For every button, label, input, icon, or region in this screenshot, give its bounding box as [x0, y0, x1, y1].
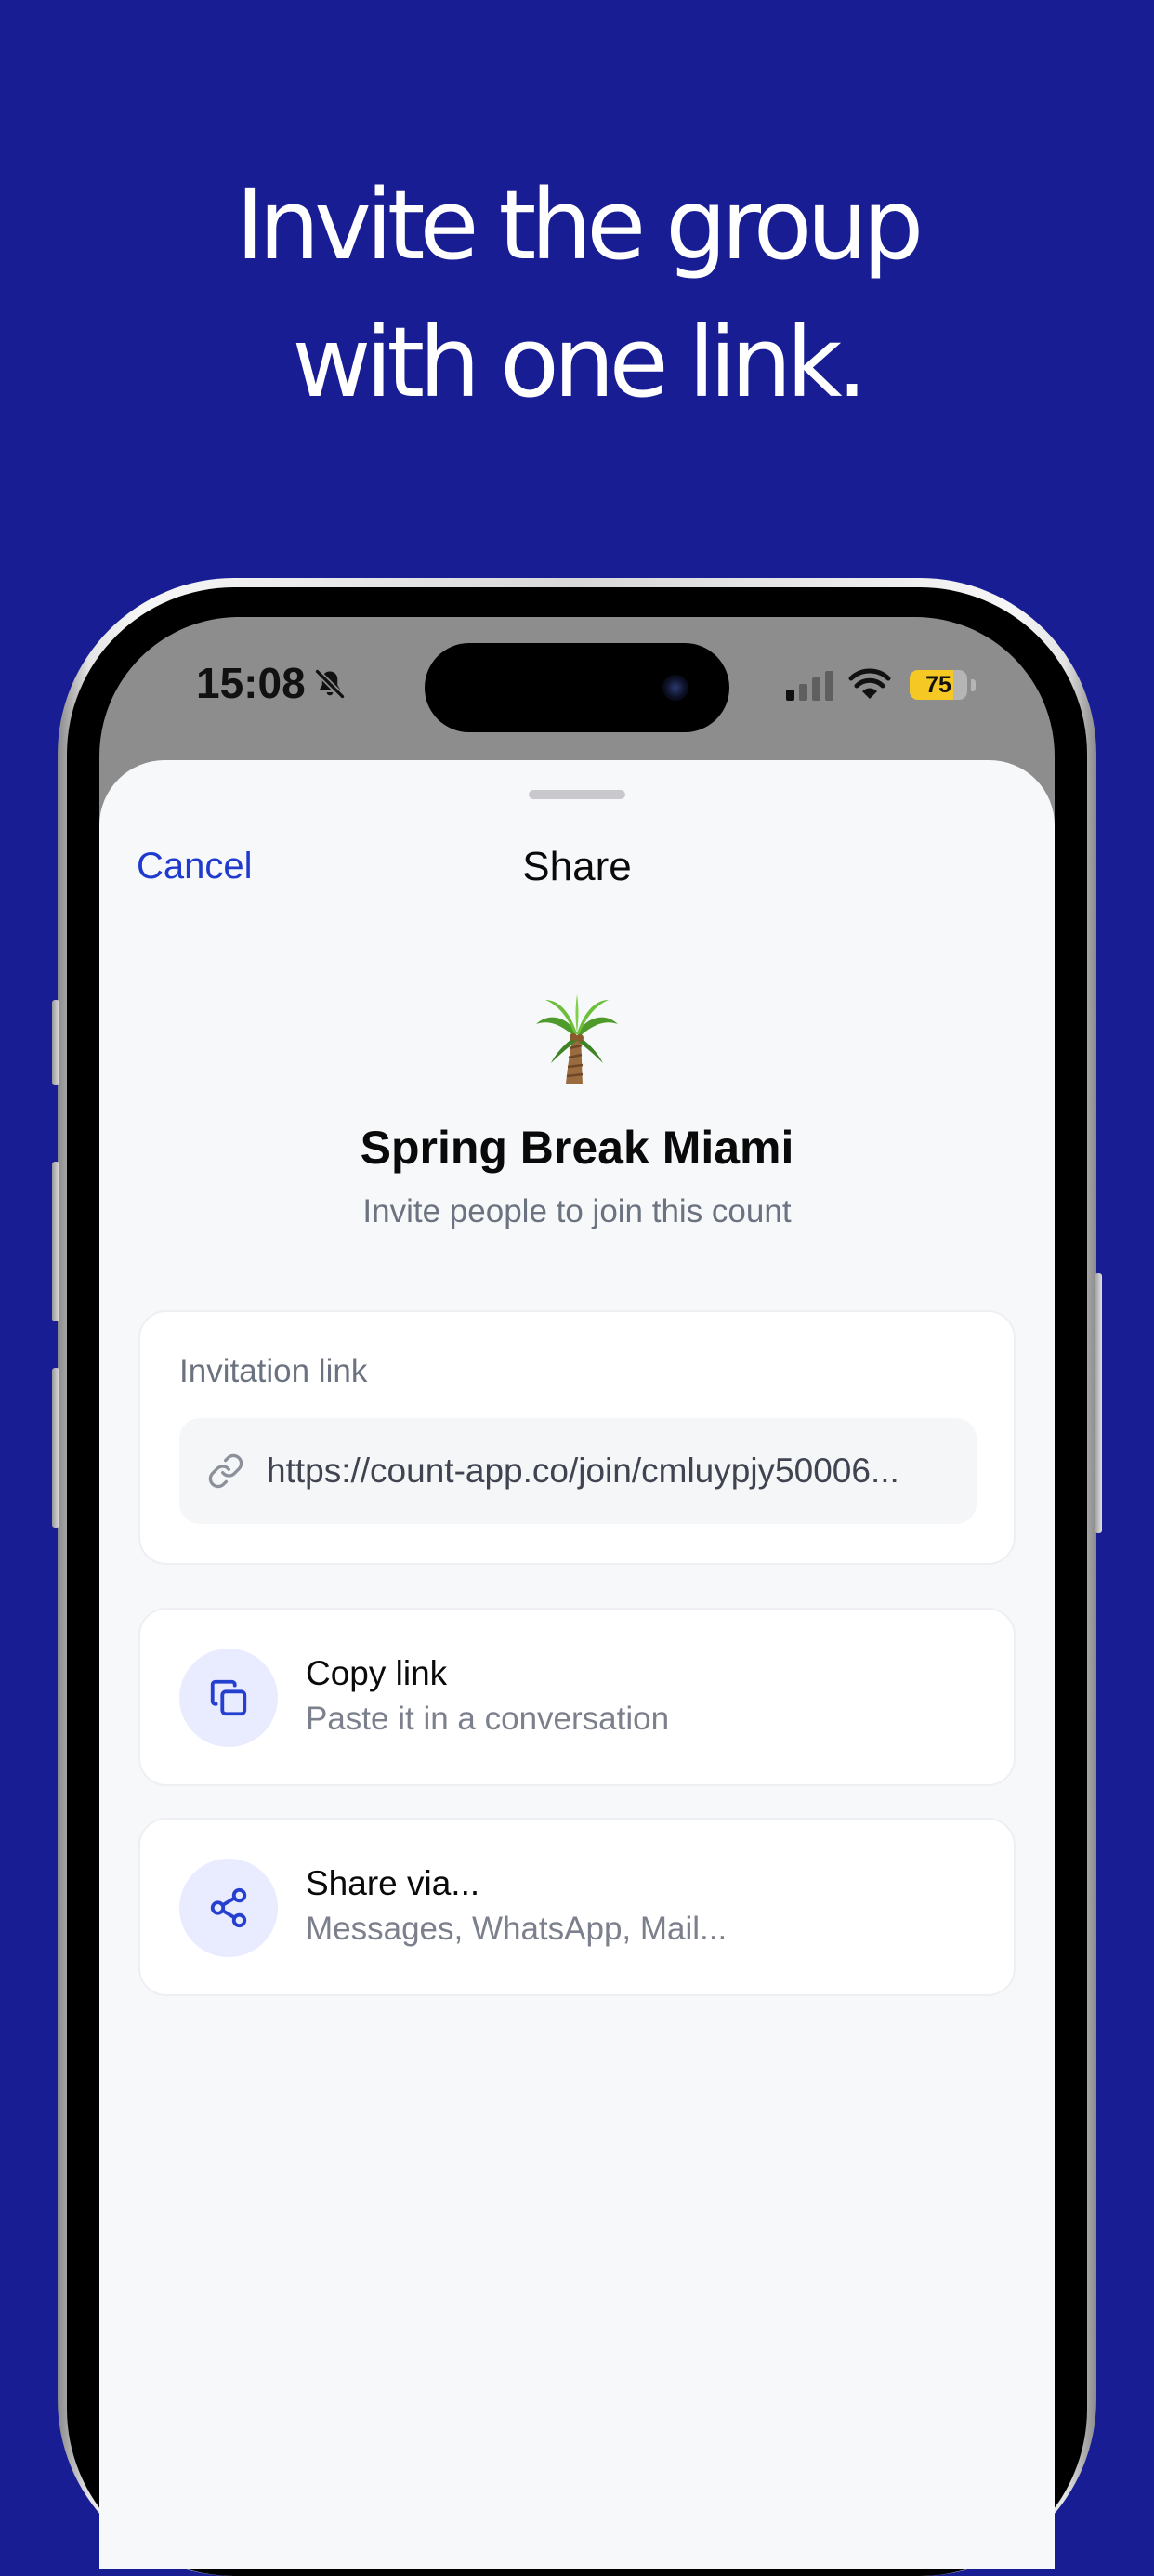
share-via-title: Share via...: [306, 1864, 480, 1902]
invitation-link-text: https://count-app.co/join/cmluypjy50006.…: [267, 1452, 899, 1490]
sheet-title: Share: [522, 844, 632, 889]
volume-up-button: [52, 1162, 59, 1321]
link-icon: [208, 1453, 243, 1489]
copy-link-subtitle: Paste it in a conversation: [306, 1701, 670, 1737]
palm-tree-icon: [536, 994, 618, 1084]
group-name: Spring Break Miami: [360, 1122, 794, 1174]
battery-icon: 75: [910, 670, 967, 700]
copy-link-button[interactable]: Copy link Paste it in a conversation: [138, 1608, 1016, 1786]
headline-line-1: Invite the group: [235, 168, 925, 282]
battery-tip: [971, 679, 976, 691]
share-sheet: Cancel Share Spring Break Miami Invite p…: [99, 760, 1055, 2569]
headline-line-2: with one link.: [292, 306, 867, 419]
share-via-button[interactable]: Share via... Messages, WhatsApp, Mail...: [138, 1818, 1016, 1996]
battery-percent: 75: [925, 672, 951, 698]
status-time: 15:08: [196, 659, 306, 707]
invitation-card: Invitation link https://count-app.co/joi…: [138, 1310, 1016, 1565]
copy-link-title: Copy link: [306, 1654, 448, 1692]
volume-down-button: [52, 1368, 59, 1528]
action-button: [52, 1000, 59, 1085]
cellular-signal-icon: [786, 671, 833, 701]
sheet-grabber[interactable]: [529, 790, 625, 799]
invitation-link-field[interactable]: https://count-app.co/join/cmluypjy50006.…: [179, 1418, 977, 1524]
share-icon-circle: [179, 1859, 278, 1957]
copy-icon: [210, 1679, 247, 1716]
wifi-icon: [848, 668, 891, 699]
copy-icon-circle: [179, 1649, 278, 1747]
share-icon: [210, 1887, 247, 1928]
invitation-label: Invitation link: [179, 1353, 368, 1389]
power-button: [1095, 1273, 1102, 1533]
share-via-subtitle: Messages, WhatsApp, Mail...: [306, 1911, 728, 1947]
group-subtitle: Invite people to join this count: [362, 1193, 792, 1229]
front-camera: [662, 675, 688, 701]
dynamic-island: [425, 643, 729, 732]
bell-slash-icon: [314, 668, 346, 700]
phone-screen: 15:08 75 Cancel Share Spring Break Miami…: [99, 617, 1055, 2569]
